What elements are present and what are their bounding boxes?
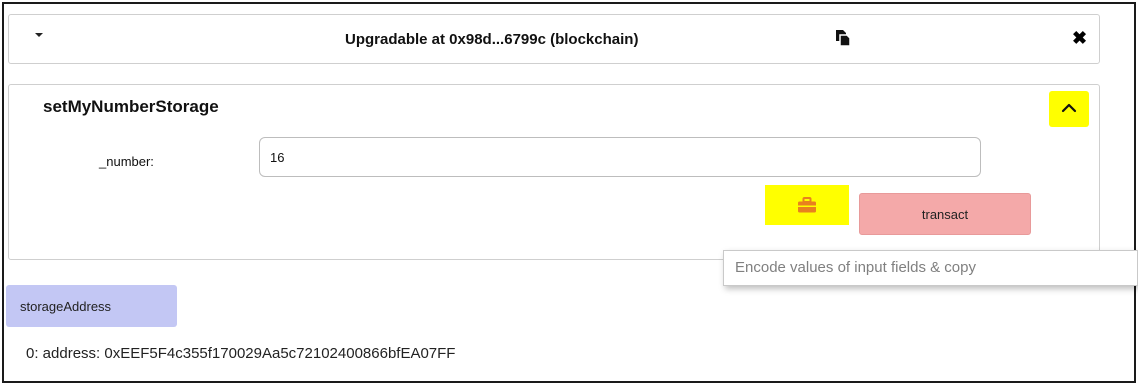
contract-title: Upgradable at 0x98d...6799c (blockchain) bbox=[345, 31, 639, 48]
function-name: setMyNumberStorage bbox=[43, 97, 219, 116]
caret-down-icon[interactable] bbox=[35, 33, 43, 37]
close-icon[interactable]: ✖ bbox=[1072, 28, 1087, 48]
storage-address-result: 0: address: 0xEEF5F4c355f170029Aa5c72102… bbox=[26, 345, 456, 362]
number-param-label: _number: bbox=[99, 154, 154, 169]
function-panel: setMyNumberStorage _number: transact bbox=[8, 84, 1100, 260]
encode-copy-button[interactable] bbox=[765, 185, 849, 225]
collapse-button[interactable] bbox=[1049, 91, 1089, 127]
chevron-up-icon bbox=[1061, 103, 1077, 113]
contract-header: Upgradable at 0x98d...6799c (blockchain)… bbox=[8, 14, 1100, 64]
encode-tooltip: Encode values of input fields & copy bbox=[723, 250, 1138, 286]
storage-address-button[interactable]: storageAddress bbox=[6, 285, 177, 327]
copy-icon[interactable] bbox=[835, 29, 851, 47]
number-input[interactable] bbox=[259, 137, 981, 177]
transact-button[interactable]: transact bbox=[859, 193, 1031, 235]
briefcase-icon bbox=[798, 197, 816, 213]
